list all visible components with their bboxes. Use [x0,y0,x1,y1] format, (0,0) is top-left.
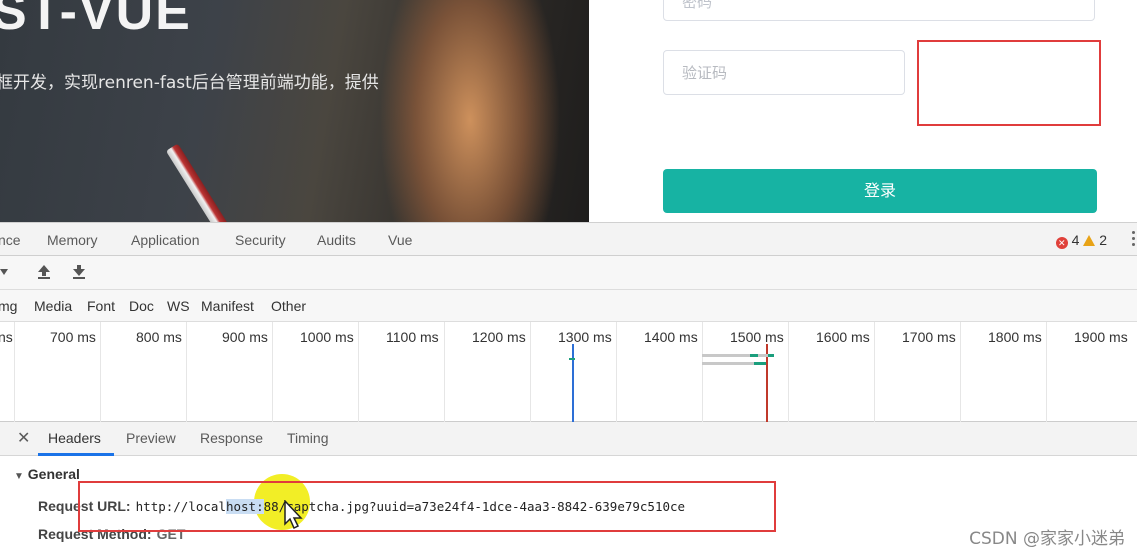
hero-title: ST-VUE [0,0,192,41]
timeline-tick-label: ns [0,329,13,345]
request-url-highlight-box [78,481,776,532]
timeline-gridline [960,322,961,422]
export-har-icon[interactable] [72,264,86,280]
timeline-gridline [616,322,617,422]
network-toolbar [0,256,1137,290]
request-bar [768,354,774,357]
error-count: 4 [1071,232,1080,248]
request-bar [569,358,575,360]
timeline-tick-label: 1000 ms [300,329,354,345]
captcha-image-highlight[interactable] [917,40,1101,126]
error-icon: ✕ [1055,237,1068,249]
network-type-filters: mg Media Font Doc WS Manifest Other [0,290,1137,322]
tab-memory[interactable]: Memory [47,232,98,248]
request-bar [750,354,758,357]
filter-media[interactable]: Media [34,298,72,314]
timeline-tick-label: 1700 ms [902,329,956,345]
login-button[interactable]: 登录 [663,169,1097,213]
timeline-tick-label: 1200 ms [472,329,526,345]
timeline-gridline [444,322,445,422]
filter-other[interactable]: Other [271,298,306,314]
filter-font[interactable]: Font [87,298,115,314]
mouse-cursor-icon [284,500,303,530]
more-options-icon[interactable] [1132,231,1135,249]
filter-ws[interactable]: WS [167,298,190,314]
timeline-tick-label: 1900 ms [1074,329,1128,345]
timeline-tick-label: 700 ms [50,329,96,345]
hero-description: 框开发，实现renren-fast后台管理前端功能，提供 [0,73,379,93]
tab-vue[interactable]: Vue [388,232,412,248]
timeline-gridline [272,322,273,422]
general-section-title: General [27,466,80,482]
tab-application[interactable]: Application [131,232,200,248]
general-section-header[interactable]: ▼ General [14,466,80,482]
tab-timing[interactable]: Timing [287,430,329,446]
request-detail-tabs: ✕ Headers Preview Response Timing [0,422,1137,456]
filter-manifest[interactable]: Manifest [201,298,254,314]
tab-preview[interactable]: Preview [126,430,176,446]
timeline-gridline [1046,322,1047,422]
timeline-tick-label: 1800 ms [988,329,1042,345]
timeline-gridline [788,322,789,422]
timeline-tick-label: 1300 ms [558,329,612,345]
timeline-tick-label: 800 ms [136,329,182,345]
request-bar [754,362,766,365]
timeline-gridline [874,322,875,422]
tab-performance[interactable]: nce [0,232,21,248]
hero-banner: ST-VUE 框开发，实现renren-fast后台管理前端功能，提供 [0,0,589,222]
timeline-tick-label: 1400 ms [644,329,698,345]
devtools-main-tabs: nce Memory Application Security Audits V… [0,222,1137,256]
filter-img[interactable]: mg [0,298,17,314]
tab-response[interactable]: Response [200,430,263,446]
warning-icon [1083,235,1096,246]
tab-audits[interactable]: Audits [317,232,356,248]
timeline-gridline [702,322,703,422]
request-bar [702,354,772,357]
timeline-tick-label: 1100 ms [386,329,439,345]
timeline-gridline [358,322,359,422]
issue-counter[interactable]: ✕ 4 2 [1055,232,1107,249]
network-timeline-overview[interactable]: ns 700 ms 800 ms 900 ms 1000 ms 1100 ms … [0,322,1137,422]
tab-headers[interactable]: Headers [48,430,101,446]
timeline-tick-label: 900 ms [222,329,268,345]
expand-triangle-icon: ▼ [14,471,24,482]
timeline-tick-label: 1600 ms [816,329,870,345]
active-tab-indicator [38,453,114,456]
hero-pen-graphic [165,143,229,222]
filter-doc[interactable]: Doc [129,298,154,314]
close-icon[interactable]: ✕ [17,428,30,448]
dropdown-caret-icon[interactable] [0,267,8,277]
warning-count: 2 [1099,232,1107,248]
password-placeholder: 密码 [682,0,713,11]
captcha-input[interactable] [663,50,905,95]
csdn-watermark: CSDN @家家小迷弟 [969,529,1125,549]
timeline-gridline [100,322,101,422]
tab-security[interactable]: Security [235,232,286,248]
timeline-gridline [186,322,187,422]
timeline-gridline [530,322,531,422]
password-field[interactable]: 密码 [663,0,1095,21]
timeline-tick-label: 1500 ms [730,329,784,345]
timeline-gridline [14,322,15,422]
import-har-icon[interactable] [37,264,51,280]
dom-content-loaded-marker [572,344,574,422]
